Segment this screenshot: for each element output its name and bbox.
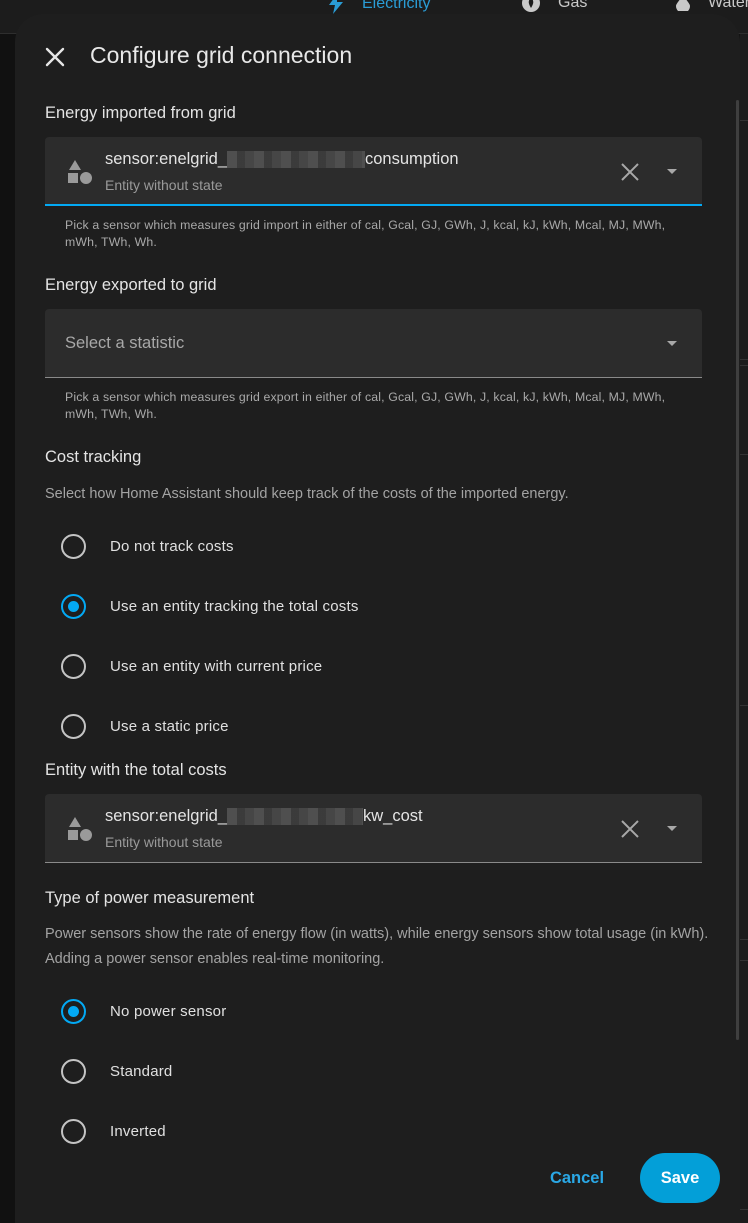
dropdown-arrow-icon[interactable]: [666, 825, 678, 833]
redacted-text: [227, 808, 363, 826]
radio-option-entity-price[interactable]: Use an entity with current price: [61, 646, 322, 686]
radio-button[interactable]: [61, 1118, 86, 1144]
export-label: Energy exported to grid: [45, 276, 217, 294]
cost-tracking-label: Cost tracking: [45, 448, 142, 466]
tab-electricity[interactable]: Electricity: [328, 0, 430, 14]
dialog-scrollbar[interactable]: [736, 100, 739, 1040]
radio-label: Use an entity tracking the total costs: [110, 597, 359, 615]
radio-option-entity-total[interactable]: Use an entity tracking the total costs: [61, 586, 359, 626]
water-drop-icon: [676, 0, 690, 11]
import-entity-state: Entity without state: [105, 177, 223, 193]
import-entity-value: sensor:enelgrid_ consumption: [105, 150, 459, 169]
radio-option-standard[interactable]: Standard: [61, 1051, 172, 1091]
total-costs-entity-picker[interactable]: sensor:enelgrid_ kw_cost Entity without s…: [45, 794, 702, 863]
dialog-footer: [15, 1145, 740, 1223]
total-costs-entity-value: sensor:enelgrid_ kw_cost: [105, 807, 423, 826]
import-entity-prefix: sensor:enelgrid_: [105, 150, 227, 168]
total-costs-entity-suffix: kw_cost: [363, 807, 423, 825]
tab-gas-label: Gas: [558, 0, 588, 11]
radio-label: Use an entity with current price: [110, 657, 323, 675]
import-helper-text: Pick a sensor which measures grid import…: [65, 218, 666, 249]
radio-button[interactable]: [61, 713, 86, 739]
tab-electricity-label: Electricity: [362, 0, 431, 12]
radio-label: Standard: [110, 1062, 173, 1080]
total-costs-entity-prefix: sensor:enelgrid_: [105, 807, 227, 825]
radio-button[interactable]: [61, 998, 86, 1024]
cost-tracking-description: Select how Home Assistant should keep tr…: [45, 486, 569, 502]
tab-water[interactable]: Water: [676, 0, 748, 12]
radio-option-no-costs[interactable]: Do not track costs: [61, 526, 234, 566]
tab-water-label: Water: [708, 0, 748, 11]
close-icon[interactable]: [41, 43, 69, 71]
radio-label: Inverted: [110, 1122, 166, 1140]
tab-gas[interactable]: Gas: [522, 0, 587, 12]
import-entity-picker[interactable]: sensor:enelgrid_ consumption Entity witho…: [45, 137, 702, 206]
dropdown-arrow-icon[interactable]: [666, 168, 678, 176]
radio-button[interactable]: [61, 593, 86, 619]
cancel-button[interactable]: Cancel: [535, 1153, 619, 1203]
radio-label: Use a static price: [110, 717, 229, 735]
export-statistic-picker[interactable]: Select a statistic: [45, 309, 702, 378]
export-placeholder: Select a statistic: [65, 334, 185, 352]
total-costs-label: Entity with the total costs: [45, 761, 227, 779]
total-costs-entity-state: Entity without state: [105, 834, 223, 850]
import-label: Energy imported from grid: [45, 104, 236, 122]
radio-option-static-price[interactable]: Use a static price: [61, 706, 229, 746]
lightning-icon: [329, 0, 343, 14]
clear-icon[interactable]: [619, 161, 641, 183]
radio-button[interactable]: [61, 533, 86, 559]
clear-icon[interactable]: [619, 818, 641, 840]
radio-label: No power sensor: [110, 1002, 227, 1020]
import-entity-suffix: consumption: [365, 150, 459, 168]
power-measurement-description: Power sensors show the rate of energy fl…: [45, 926, 709, 967]
flame-icon: [522, 0, 540, 12]
save-button[interactable]: Save: [640, 1153, 720, 1203]
radio-button[interactable]: [61, 1058, 86, 1084]
power-measurement-label: Type of power measurement: [45, 889, 255, 907]
radio-button[interactable]: [61, 653, 86, 679]
dialog-title: Configure grid connection: [90, 42, 353, 68]
redacted-text: [227, 151, 365, 169]
dropdown-arrow-icon[interactable]: [666, 340, 678, 348]
export-helper-text: Pick a sensor which measures grid export…: [65, 390, 666, 421]
grid-connection-dialog: Configure grid connection Energy importe…: [15, 14, 740, 1223]
shapes-icon: [68, 817, 92, 841]
shapes-icon: [68, 160, 92, 184]
radio-option-no-power-sensor[interactable]: No power sensor: [61, 991, 226, 1031]
radio-label: Do not track costs: [110, 537, 234, 555]
